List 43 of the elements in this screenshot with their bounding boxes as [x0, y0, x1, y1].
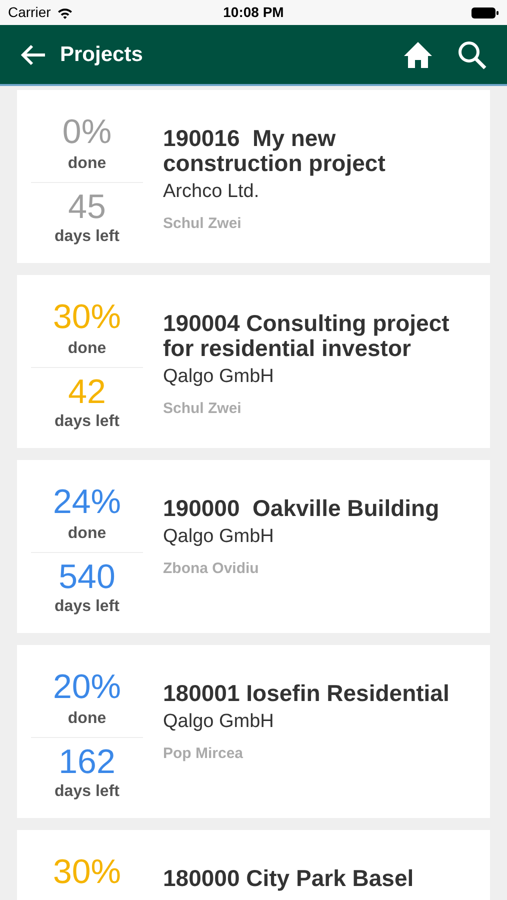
project-title: 180001 Iosefin Residential	[163, 681, 450, 706]
page-title: Projects	[60, 42, 143, 68]
days-count: 540	[58, 559, 116, 595]
search-icon	[457, 40, 487, 70]
company-name: Archco Ltd.	[163, 180, 260, 204]
days-left-label: days left	[54, 227, 120, 247]
project-title: 190004 Consulting project for residential investor	[163, 311, 450, 361]
carrier-label: Carrier	[8, 3, 51, 22]
done-label: done	[68, 339, 106, 359]
project-card[interactable]: 0% done 45 days left 190016 My new construction project Archco Ltd. Schul Zwei	[17, 90, 490, 263]
wifi-icon	[56, 6, 73, 18]
days-left-label: days left	[54, 782, 120, 802]
days-left-label: days left	[54, 412, 120, 432]
project-title: 180000 City Park Basel	[163, 866, 415, 891]
days-count: 162	[58, 744, 116, 780]
battery-icon	[471, 6, 499, 18]
project-card[interactable]: 30% 180000 City Park Basel	[17, 830, 490, 900]
percent-done: 24%	[52, 484, 122, 520]
days-left-label: days left	[54, 597, 120, 617]
manager-name: Schul Zwei	[163, 398, 242, 418]
done-label: done	[68, 154, 106, 174]
percent-done: 30%	[52, 299, 122, 335]
manager-name: Schul Zwei	[163, 214, 242, 234]
project-card[interactable]: 24% done 540 days left 190000 Oakville Building Qalgo GmbH Zbona Ovidiu	[17, 460, 490, 633]
days-count: 42	[68, 374, 106, 410]
clock-time: 10:08 PM	[223, 3, 284, 22]
done-label: done	[68, 524, 106, 544]
manager-name: Zbona Ovidiu	[163, 558, 260, 578]
company-name: Qalgo GmbH	[163, 525, 275, 549]
percent-done: 30%	[52, 854, 122, 890]
done-label: done	[68, 709, 106, 729]
manager-name: Pop Mircea	[163, 744, 244, 764]
project-title: 190000 Oakville Building	[163, 496, 440, 521]
back-arrow-icon	[19, 42, 47, 66]
project-card[interactable]: 20% done 162 days left 180001 Iosefin Residential Qalgo GmbH Pop Mircea	[17, 645, 490, 818]
percent-done: 0%	[62, 114, 112, 150]
days-count: 45	[68, 189, 106, 225]
percent-done: 20%	[52, 669, 122, 705]
company-name: Qalgo GmbH	[163, 710, 275, 734]
home-icon	[403, 40, 433, 68]
project-title: 190016 My new construction project	[163, 126, 386, 176]
company-name: Qalgo GmbH	[163, 365, 275, 389]
project-card[interactable]: 30% done 42 days left 190004 Consulting project for residential investor Qalgo GmbH Schul Zwei	[17, 275, 490, 448]
